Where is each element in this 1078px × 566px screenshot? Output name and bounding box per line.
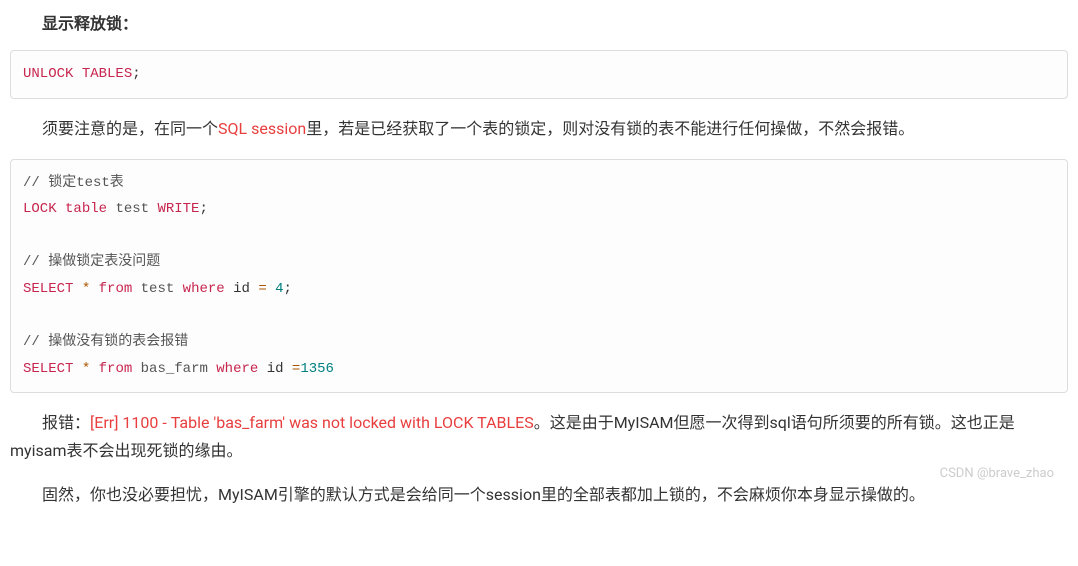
tbl-test: test	[115, 201, 149, 217]
kw-write: WRITE	[157, 201, 199, 217]
kw-from: from	[99, 281, 133, 297]
num-4: 4	[275, 281, 283, 297]
section-title: 显示释放锁：	[10, 10, 1068, 38]
paragraph-3: 固然，你也没必要担忧，MyISAM引擎的默认方式是会给同一个session里的全…	[10, 481, 1068, 509]
kw-where: where	[183, 281, 225, 297]
col-id2: id	[267, 361, 284, 377]
p2-err: [Err] 1100 - Table 'bas_farm' was not lo…	[90, 413, 534, 432]
kw-where2: where	[216, 361, 258, 377]
op-star2: *	[82, 361, 90, 377]
kw-lock: LOCK	[23, 201, 57, 217]
kw-tables: TABLES	[82, 66, 132, 82]
comment-2: // 操做锁定表没问题	[23, 254, 160, 270]
op-star: *	[82, 281, 90, 297]
code-block-unlock: UNLOCK TABLES;	[10, 50, 1068, 99]
semi: ;	[132, 66, 140, 82]
p1-c: 里，若是已经获取了一个表的锁定，则对没有锁的表不能进行任何操做，不然会报错。	[306, 119, 914, 138]
kw-table: table	[65, 201, 107, 217]
col-id: id	[233, 281, 250, 297]
paragraph-1: 须要注意的是，在同一个SQL session里，若是已经获取了一个表的锁定，则对…	[10, 115, 1068, 143]
kw-select2: SELECT	[23, 361, 73, 377]
p3-a: 固然，你也没必要担忧，MyISAM引擎的默认方式是会给同一个session里的全…	[42, 485, 925, 504]
comment-3: // 操做没有锁的表会报错	[23, 334, 188, 350]
kw-unlock: UNLOCK	[23, 66, 73, 82]
tbl-basfarm: bas_farm	[141, 361, 208, 377]
comment-1: // 锁定test表	[23, 175, 124, 191]
p1-sql-session: SQL session	[218, 119, 306, 138]
p1-a: 须要注意的是，在同一个	[42, 119, 218, 138]
op-eq: =	[258, 281, 266, 297]
kw-from2: from	[99, 361, 133, 377]
num-1356: 1356	[300, 361, 334, 377]
semi: ;	[284, 281, 292, 297]
code-block-lock-example: // 锁定test表 LOCK table test WRITE; // 操做锁…	[10, 159, 1068, 394]
kw-select: SELECT	[23, 281, 73, 297]
p2-a: 报错：	[42, 413, 90, 432]
paragraph-2: 报错：[Err] 1100 - Table 'bas_farm' was not…	[10, 409, 1068, 465]
tbl-test2: test	[141, 281, 175, 297]
semi: ;	[199, 201, 207, 217]
